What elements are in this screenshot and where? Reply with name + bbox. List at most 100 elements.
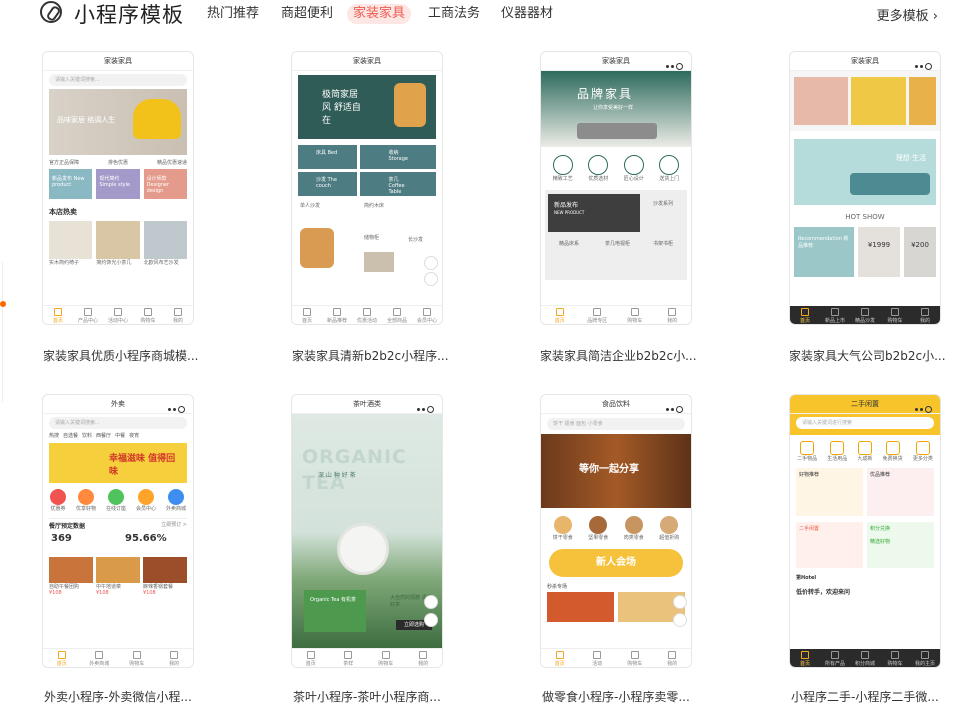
tile: 新品发布 New product: [49, 169, 93, 199]
icon-row: 优惠券 优享好物 在线订座 会员中心 外卖商城: [45, 489, 191, 512]
banner-image: 极简家居风 舒适自在: [298, 75, 436, 139]
sofa-chair: [300, 228, 334, 268]
icon-item: 在线订座: [106, 489, 126, 512]
template-card-6[interactable]: 茶叶酒类 ORGANIC TEA 深 山 种 好 茶 Organic Tea 有…: [291, 394, 443, 668]
top-nav: 小程序模板 热门推荐 商超便利 家装家具 工商法务 仪器器材 更多模板 ›: [0, 0, 964, 30]
hot-tags: 热搜 自选餐 饮料 西餐厅 中餐 夜宵: [49, 433, 140, 439]
banner-image: 幸福滋味 值得回味: [49, 443, 187, 483]
search-input: 饼干 甜食 面包 小零食: [547, 418, 685, 430]
template-card-4[interactable]: 家装家具 理想·生活 HOT SHOW Recommendation 新品推荐 …: [789, 51, 941, 325]
tab-item: 首页: [292, 306, 322, 324]
search-input: 请输入关键词搜索...: [49, 417, 187, 429]
recommend-tag: Recommendation 新品推荐: [794, 227, 854, 277]
food-item: 中午地道菜 ¥108: [96, 557, 140, 596]
template-card-8[interactable]: 二手闲置 请输入关键词进行搜索 二手物品 生活用品 九成新 免费换货 更多分类 …: [789, 394, 941, 668]
item-label: 简约木床: [364, 203, 385, 209]
card-caption[interactable]: 小程序二手-小程序二手微...: [791, 688, 951, 705]
card-caption[interactable]: 做零食小程序-小程序卖零...: [542, 688, 702, 705]
new-product-panel: 新品发布 NEW PRODUCT: [548, 194, 640, 232]
tab-instruments[interactable]: 仪器器材: [495, 4, 559, 24]
phone-title: 家装家具: [292, 52, 442, 71]
icon-item: 超值折购: [659, 516, 679, 541]
banner-tile: [908, 77, 937, 125]
tab-item: 购物车: [616, 306, 654, 324]
phone-title: 外卖: [43, 395, 193, 414]
menu-dots-icon: [913, 400, 932, 418]
tab-item: 精品沙发: [850, 306, 880, 324]
stats-title: 餐厅预定数据: [49, 523, 86, 530]
icon-item: 肉类零食: [624, 516, 644, 541]
snack-item: [547, 592, 614, 622]
price: ¥1999: [858, 227, 900, 277]
brand-title: 小程序模板: [74, 3, 184, 27]
icon-item: 生活用品: [827, 441, 847, 462]
phone-tabbar: 首页 所有产品 积分商城 购物车 我的主页: [790, 649, 940, 667]
recommend-panels: 好物推荐 优品推荐: [796, 468, 934, 516]
tab-item: 首页: [541, 649, 579, 667]
chat-icon: [673, 613, 687, 627]
flash-sale-title: 秒杀专场: [547, 584, 568, 590]
badge-row: 官方正品保障 排色优惠 精品优惠速递: [49, 159, 187, 166]
tab-item: 购物车: [118, 649, 156, 667]
item-label: 茶几电视柜: [605, 241, 631, 247]
tab-item: 首页: [43, 306, 73, 324]
tab-item: 积分商城: [850, 649, 880, 667]
tea-cup: [340, 526, 386, 572]
more-templates-link[interactable]: 更多模板 ›: [877, 5, 938, 24]
card-caption[interactable]: 家装家具简洁企业b2b2c小...: [540, 347, 700, 364]
hot-products: Recommendation 新品推荐 ¥1999 ¥200: [794, 227, 936, 277]
tab-supermarket[interactable]: 商超便利: [275, 4, 339, 24]
card-caption[interactable]: 家装家具大气公司b2b2c小...: [789, 347, 949, 364]
template-card-1[interactable]: 家装家具 请输入关键词搜索... 品味家居 格调人生 官方正品保障 排色优惠 精…: [42, 51, 194, 325]
product-name: 实木简约椅子: [49, 260, 80, 266]
banner-tiles: [790, 71, 940, 131]
template-card-5[interactable]: 外卖 请输入关键词搜索... 热搜 自选餐 饮料 西餐厅 中餐 夜宵 幸福滋味 值得回味 …: [42, 394, 194, 668]
banner-tile: [794, 77, 849, 125]
template-card-3[interactable]: 家装家具 品牌家具 让你享受美好一样 精致工艺 优质选材 匠心设计 送货上门 新…: [540, 51, 692, 325]
sub-panels: 二手闲置 积分兑换 精选好物: [796, 522, 934, 568]
sub-panel: 二手闲置: [796, 522, 863, 568]
food-item: 自助午餐团购 ¥108: [49, 557, 93, 596]
card-caption[interactable]: 外卖小程序-外卖微信小程...: [44, 688, 204, 705]
phone-tabbar: 首页 品牌专区 购物车 我的: [541, 305, 691, 324]
icon-item: 九成新: [857, 441, 872, 462]
tab-hot[interactable]: 热门推荐: [201, 4, 265, 24]
template-card-7[interactable]: 食品饮料 饼干 甜食 面包 小零食 等你一起分享 饼干零食 坚果零食 肉类零食 …: [540, 394, 692, 668]
chat-icon: [424, 613, 438, 627]
scroll-indicator[interactable]: [0, 301, 6, 307]
card-caption[interactable]: 茶叶小程序-茶叶小程序商...: [293, 688, 453, 705]
user-row: 第Hotel: [796, 575, 817, 581]
phone-title: 二手闲置: [790, 395, 940, 414]
icon-item: 更多分类: [913, 441, 933, 462]
chair-illustration: [133, 99, 181, 139]
phone-title: 茶叶酒类: [292, 395, 442, 414]
icon-item: 坚果零食: [588, 516, 608, 541]
template-card-2[interactable]: 家装家具 极简家居风 舒适自在 床具 Bed 收纳 Storage 沙发 The…: [291, 51, 443, 325]
snack-row: [547, 592, 685, 622]
item-label: 单人沙发: [300, 203, 321, 209]
tab-item: 茶样: [330, 649, 368, 667]
tab-home-furniture[interactable]: 家装家具: [347, 4, 412, 24]
icon-item: 免费换货: [883, 441, 903, 462]
phone-title: 家装家具: [43, 52, 193, 71]
product-item: 北欧风布艺沙发: [143, 221, 187, 266]
card-caption[interactable]: 家装家具清新b2b2c小程序...: [292, 347, 452, 364]
product-area: 单人沙发 简约木床 储物柜 长沙发: [298, 202, 436, 282]
sofa-illustration: [850, 173, 930, 195]
phone-tabbar: 首页 活动 购物车 我的: [541, 648, 691, 667]
card-caption[interactable]: 家装家具优质小程序商城模...: [43, 347, 203, 364]
stat-value: 95.66%: [125, 533, 167, 544]
hot-show-title: HOT SHOW: [845, 213, 885, 221]
recommend-panel: 优品推荐: [867, 468, 934, 516]
tab-item: 购物车: [880, 306, 910, 324]
menu-dots-icon: [664, 400, 683, 418]
tab-legal[interactable]: 工商法务: [422, 4, 486, 24]
tab-item: 优惠活动: [352, 306, 382, 324]
tab-item: 购物车: [133, 306, 163, 324]
tab-item: 新品上市: [820, 306, 850, 324]
tab-item: 首页: [541, 306, 579, 324]
product-item: 简约饰光小茶几: [96, 221, 140, 266]
grid-tile: 收纳 Storage: [360, 145, 436, 169]
icon-item: 会员中心: [136, 489, 156, 512]
link-logo-icon: [40, 1, 62, 23]
